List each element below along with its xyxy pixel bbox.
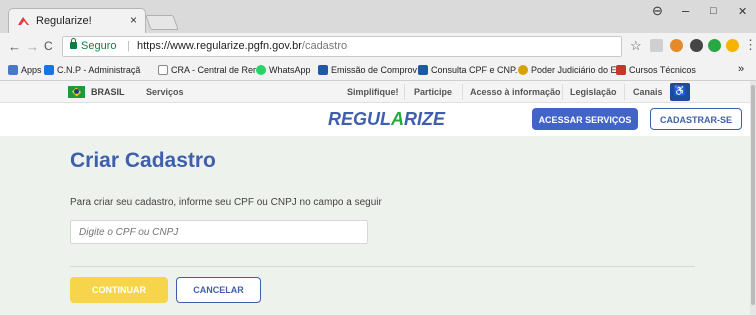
bookmark-apps[interactable]: Apps <box>8 65 42 75</box>
bookmark-label: Consulta CPF e CNP. <box>431 65 518 75</box>
reload-icon[interactable]: C <box>44 39 53 53</box>
cnp-icon <box>44 65 54 75</box>
gov-divider <box>624 84 625 100</box>
new-tab-button[interactable] <box>145 15 179 30</box>
logo-mark-icon: A <box>391 109 404 129</box>
gov-divider <box>404 84 405 100</box>
page-title: Criar Cadastro <box>70 149 216 172</box>
profile-icon[interactable]: ⊖ <box>652 3 663 19</box>
bookmark-whatsapp[interactable]: WhatsApp <box>256 65 311 75</box>
logo-text-end: RIZE <box>404 109 446 129</box>
bookmark-star-icon[interactable]: ☆ <box>630 38 642 54</box>
extension-drive-icon[interactable] <box>690 39 703 52</box>
url-text: https://www.regularize.pgfn.gov.br/cadas… <box>137 37 347 56</box>
cadastrar-se-button[interactable]: CADASTRAR-SE <box>650 108 742 130</box>
cpf-cnpj-input[interactable] <box>70 220 368 244</box>
bookmark-label: Emissão de Comprov <box>331 65 418 75</box>
close-window-button[interactable]: ✕ <box>738 5 747 18</box>
bookmark-label: WhatsApp <box>269 65 311 75</box>
cancelar-button[interactable]: CANCELAR <box>176 277 261 303</box>
gov-bar: BRASIL Serviços Simplifique! Participe A… <box>0 81 756 103</box>
gov-acesso-informacao-link[interactable]: Acesso à informação <box>470 87 561 97</box>
bookmark-consulta[interactable]: Consulta CPF e CNP. <box>418 65 517 75</box>
emissao-icon <box>318 65 328 75</box>
regularize-logo[interactable]: REGULARIZE <box>328 109 445 130</box>
bookmarks-overflow-icon[interactable]: » <box>738 63 744 75</box>
cursos-icon <box>616 65 626 75</box>
url-path: /cadastro <box>301 40 348 52</box>
main-content: Criar Cadastro Para criar seu cadastro, … <box>0 136 750 315</box>
extension-grammarly-icon[interactable] <box>708 39 721 52</box>
lock-icon <box>70 38 77 49</box>
form-divider <box>70 266 695 267</box>
gov-canais-link[interactable]: Canais <box>633 87 663 97</box>
bookmark-label: Apps <box>21 65 42 75</box>
extension-pocket-icon[interactable] <box>650 39 663 52</box>
page-scrollbar[interactable] <box>750 81 756 315</box>
site-header: REGULARIZE ACESSAR SERVIÇOS CADASTRAR-SE <box>0 103 750 136</box>
gov-simplifique-link[interactable]: Simplifique! <box>347 87 399 97</box>
gov-servicos-link[interactable]: Serviços <box>146 87 184 97</box>
acessar-servicos-button[interactable]: ACESSAR SERVIÇOS <box>532 108 638 130</box>
browser-toolbar: ← → C Seguro | https://www.regularize.pg… <box>0 33 756 60</box>
bookmark-label: Cursos Técnicos <box>629 65 696 75</box>
scrollbar-thumb[interactable] <box>751 85 755 305</box>
forward-icon[interactable]: → <box>26 39 39 54</box>
gov-participe-link[interactable]: Participe <box>414 87 452 97</box>
gov-divider <box>462 84 463 100</box>
apps-grid-icon <box>8 65 18 75</box>
form-instruction: Para criar seu cadastro, informe seu CPF… <box>70 197 382 208</box>
address-separator: | <box>127 40 130 52</box>
judiciario-icon <box>518 65 528 75</box>
page-icon <box>158 65 168 75</box>
logo-text-start: REGUL <box>328 109 391 129</box>
extension-flag-icon[interactable] <box>670 39 683 52</box>
accessibility-icon[interactable]: ♿ <box>670 83 690 101</box>
browser-menu-icon[interactable]: ⋮ <box>744 37 756 53</box>
bookmark-label: C.N.P - Administraçã <box>57 65 141 75</box>
brazil-flag-icon <box>68 86 85 98</box>
back-icon[interactable]: ← <box>8 39 21 54</box>
maximize-button[interactable]: □ <box>710 5 717 17</box>
regularize-favicon-icon <box>18 17 29 25</box>
continuar-button[interactable]: CONTINUAR <box>70 277 168 303</box>
consulta-icon <box>418 65 428 75</box>
tab-title: Regularize! <box>36 15 92 27</box>
security-label: Seguro <box>81 40 117 52</box>
browser-tab[interactable]: Regularize! × <box>8 8 146 33</box>
bookmark-label: Poder Judiciário do E <box>531 65 617 75</box>
gov-legislacao-link[interactable]: Legislação <box>570 87 617 97</box>
minimize-button[interactable]: – <box>682 3 689 18</box>
extension-emoji-icon[interactable] <box>726 39 739 52</box>
bookmark-judiciario[interactable]: Poder Judiciário do E <box>518 65 617 75</box>
bookmark-label: CRA - Central de Rer <box>171 65 257 75</box>
tab-close-icon[interactable]: × <box>130 13 137 27</box>
tab-strip: Regularize! × ⊖ – □ ✕ <box>0 0 756 33</box>
bookmark-cursos[interactable]: Cursos Técnicos <box>616 65 696 75</box>
bookmark-cnp[interactable]: C.N.P - Administraçã <box>44 65 140 75</box>
bookmarks-bar: Apps C.N.P - Administraçã CRA - Central … <box>0 60 756 81</box>
gov-divider <box>562 84 563 100</box>
bookmark-emissao[interactable]: Emissão de Comprov <box>318 65 417 75</box>
gov-brasil-link[interactable]: BRASIL <box>91 87 125 97</box>
address-bar[interactable]: Seguro | https://www.regularize.pgfn.gov… <box>62 36 622 57</box>
bookmark-cra[interactable]: CRA - Central de Rer <box>158 65 256 75</box>
url-host: https://www.regularize.pgfn.gov.br <box>137 40 302 52</box>
whatsapp-icon <box>256 65 266 75</box>
